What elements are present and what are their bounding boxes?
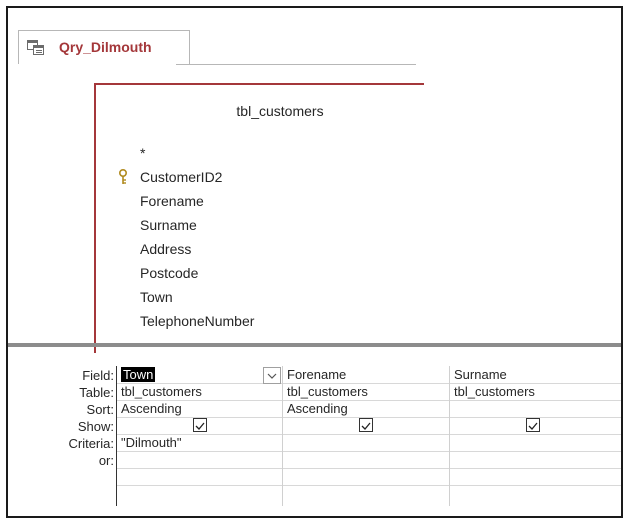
query-icon bbox=[27, 40, 44, 55]
query-design-grid: Town tbl_customers Ascending "Dilmouth" … bbox=[116, 366, 621, 506]
show-checkbox[interactable] bbox=[526, 418, 540, 432]
grid-cell-field[interactable]: Forename bbox=[283, 367, 346, 382]
row-label-show: Show: bbox=[77, 419, 114, 434]
field-item-surname[interactable]: Surname bbox=[140, 217, 197, 233]
grid-column-forename: Forename tbl_customers Ascending bbox=[282, 366, 450, 506]
grid-cell-sort[interactable]: Ascending bbox=[283, 401, 348, 416]
field-item-address[interactable]: Address bbox=[140, 241, 191, 257]
document-tab-strip: Qry_Dilmouth bbox=[18, 30, 416, 66]
table-field-list-title: tbl_customers bbox=[236, 103, 324, 119]
field-item-forename[interactable]: Forename bbox=[140, 193, 204, 209]
field-item-all[interactable]: * bbox=[140, 145, 145, 161]
field-item-town[interactable]: Town bbox=[140, 289, 173, 305]
grid-cell-field[interactable]: Town bbox=[117, 367, 156, 382]
checkmark-icon bbox=[361, 422, 371, 430]
field-item-telephonenumber[interactable]: TelephoneNumber bbox=[140, 313, 254, 329]
tab-qry-dilmouth[interactable]: Qry_Dilmouth bbox=[18, 30, 190, 64]
grid-cell-sort[interactable]: Ascending bbox=[117, 401, 182, 416]
row-label-field: Field: bbox=[82, 368, 114, 383]
field-value-town: Town bbox=[121, 367, 156, 382]
field-item-customerid2[interactable]: CustomerID2 bbox=[140, 169, 222, 185]
row-label-criteria: Criteria: bbox=[68, 436, 114, 451]
show-checkbox[interactable] bbox=[193, 418, 207, 432]
row-label-or: or: bbox=[98, 453, 114, 468]
checkmark-icon bbox=[528, 422, 538, 430]
field-dropdown-button[interactable] bbox=[263, 367, 281, 384]
pane-splitter[interactable] bbox=[8, 343, 621, 347]
query-design-pane: tbl_customers * CustomerID2 Forename Sur… bbox=[18, 65, 424, 353]
table-field-list[interactable]: tbl_customers * CustomerID2 Forename Sur… bbox=[94, 83, 424, 353]
primary-key-icon bbox=[119, 169, 127, 184]
grid-cell-table[interactable]: tbl_customers bbox=[283, 384, 368, 399]
grid-column-surname: Surname tbl_customers bbox=[449, 366, 621, 506]
chevron-down-icon bbox=[267, 373, 277, 379]
grid-column-town: Town tbl_customers Ascending "Dilmouth" bbox=[116, 366, 283, 506]
row-label-sort: Sort: bbox=[86, 402, 114, 417]
grid-cell-criteria[interactable]: "Dilmouth" bbox=[117, 435, 182, 450]
tab-title: Qry_Dilmouth bbox=[59, 39, 152, 55]
show-checkbox[interactable] bbox=[359, 418, 373, 432]
row-label-table: Table: bbox=[79, 385, 114, 400]
grid-cell-table[interactable]: tbl_customers bbox=[117, 384, 202, 399]
query-design-window: Qry_Dilmouth tbl_customers * CustomerID2… bbox=[6, 6, 623, 518]
grid-cell-table[interactable]: tbl_customers bbox=[450, 384, 535, 399]
grid-cell-field[interactable]: Surname bbox=[450, 367, 507, 382]
checkmark-icon bbox=[195, 422, 205, 430]
field-item-postcode[interactable]: Postcode bbox=[140, 265, 198, 281]
